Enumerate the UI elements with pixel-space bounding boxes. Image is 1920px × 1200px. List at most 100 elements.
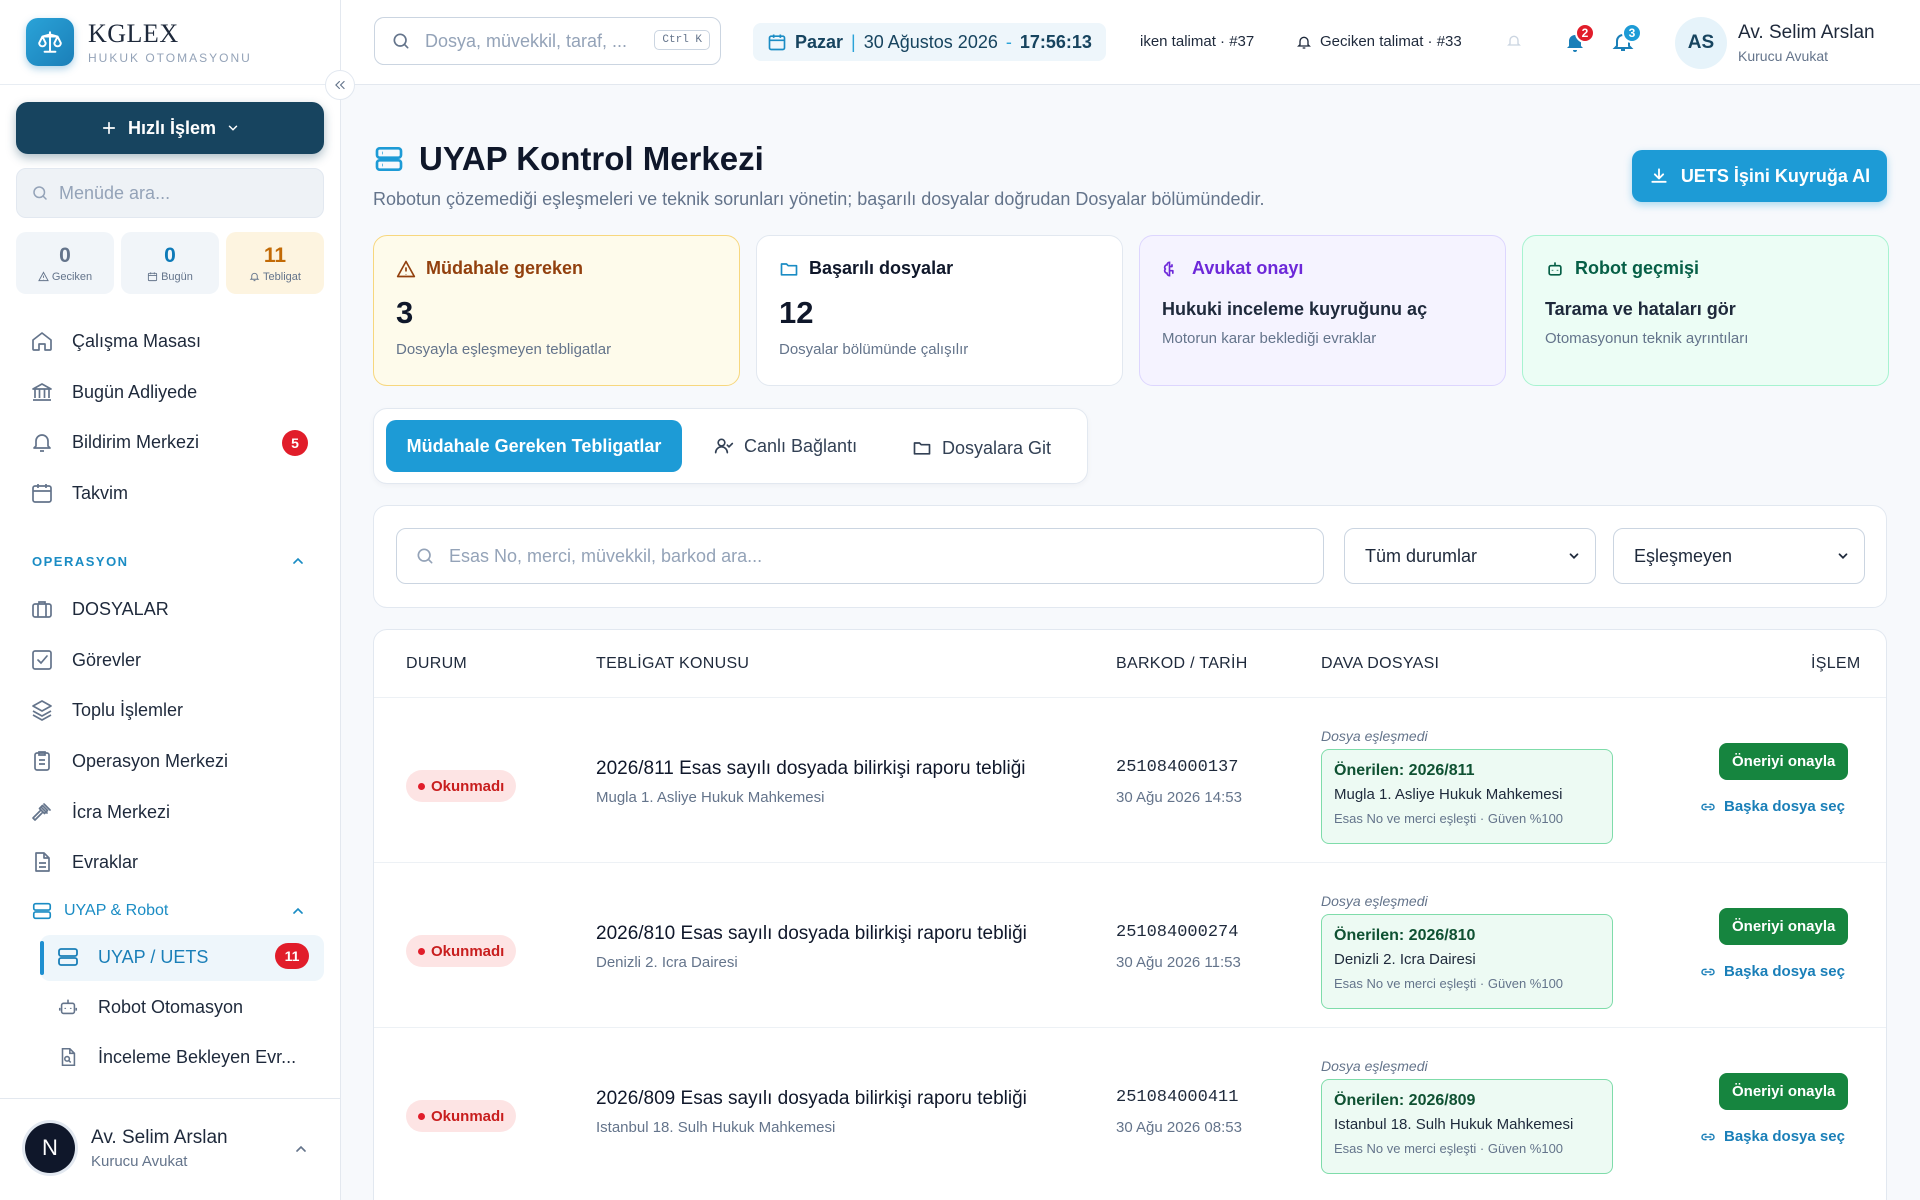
ticker-item[interactable]: iken talimat · #37 — [1140, 33, 1298, 50]
search-icon — [391, 31, 411, 51]
ticker-item[interactable] — [1506, 33, 1522, 49]
column-header: BARKOD / TARİH — [1116, 655, 1248, 672]
warning-icon — [396, 259, 416, 279]
sidebar-item-files[interactable]: DOSYALAR — [30, 594, 169, 624]
table-row[interactable]: Okunmadı 2026/811 Esas sayılı dosyada bi… — [374, 697, 1886, 862]
sidebar-item-documents[interactable]: Evraklar — [30, 847, 138, 877]
sidebar-item-label: İcra Merkezi — [72, 801, 171, 822]
chevron-up-icon[interactable] — [293, 1141, 309, 1157]
gavel-icon — [30, 800, 54, 824]
status-text: Okunmadı — [431, 777, 505, 795]
notice-subject[interactable]: 2026/810 Esas sayılı dosyada bilirkişi r… — [596, 923, 1027, 945]
sidebar-item-label: DOSYALAR — [72, 598, 169, 619]
tab-go-to-files[interactable]: Dosyalara Git — [912, 427, 1051, 469]
sidebar-item-calendar[interactable]: Takvim — [30, 478, 128, 508]
status-text: Okunmadı — [431, 1107, 505, 1125]
download-icon — [1649, 166, 1669, 186]
global-search-input[interactable]: Dosya, müvekkil, taraf, ... Ctrl K — [374, 17, 721, 65]
choose-other-file-label: Başka dosya seç — [1724, 798, 1845, 815]
sidebar-item-uyap-uets[interactable]: UYAP / UETS — [56, 942, 208, 972]
sidebar-item-bulk-operations[interactable]: Toplu İşlemler — [30, 695, 183, 725]
section-uyap-robot[interactable]: UYAP & Robot — [30, 896, 168, 926]
column-header: DAVA DOSYASI — [1321, 655, 1440, 672]
stat-overdue[interactable]: 0 Geciken — [16, 232, 114, 294]
suggestion-confidence: Esas No ve merci eşleşti · Güven %100 — [1334, 976, 1564, 991]
card-intervention-needed[interactable]: Müdahale gereken 3 Dosyayla eşleşmeyen t… — [373, 235, 740, 386]
keyboard-shortcut-hint: Ctrl K — [654, 30, 710, 50]
checkbox-icon — [30, 648, 54, 672]
bell-icon — [249, 271, 260, 282]
card-lawyer-approval[interactable]: Avukat onayı Hukuki inceleme kuyruğunu a… — [1139, 235, 1506, 386]
suggested-file-box: Önerilen: 2026/811 Mugla 1. Asliye Hukuk… — [1321, 749, 1613, 844]
tab-intervention-notices[interactable]: Müdahale Gereken Tebligatlar — [386, 420, 682, 472]
status-badge: Okunmadı — [406, 1100, 517, 1132]
card-title: Müdahale gereken — [426, 258, 584, 278]
stat-today[interactable]: 0 Bugün — [121, 232, 219, 294]
layers-icon — [30, 698, 54, 722]
warning-icon — [37, 271, 49, 282]
view-tabs: Müdahale Gereken Tebligatlar Canlı Bağla… — [373, 408, 1088, 484]
match-filter-select[interactable]: Eşleşmeyen — [1613, 528, 1865, 584]
approve-suggestion-button[interactable]: Öneriyi onayla — [1719, 743, 1849, 780]
sidebar-item-courthouse[interactable]: Bugün Adliyede — [30, 377, 197, 407]
suggested-file-box: Önerilen: 2026/809 Istanbul 18. Sulh Huk… — [1321, 1079, 1613, 1174]
barcode: 251084000137 — [1116, 758, 1239, 777]
brand[interactable]: KGLEX HUKUK OTOMASYONU — [26, 18, 252, 66]
card-headline: Tarama ve hataları gör — [1545, 299, 1736, 319]
approve-suggestion-button[interactable]: Öneriyi onayla — [1719, 1073, 1849, 1110]
sidebar-item-pending-review[interactable]: İnceleme Bekleyen Evr... — [56, 1042, 296, 1072]
suggested-court: Denizli 2. Icra Dairesi — [1334, 951, 1476, 968]
menu-search-input[interactable]: Menüde ara... — [16, 168, 324, 218]
avatar[interactable]: N — [25, 1123, 75, 1173]
notice-subject[interactable]: 2026/809 Esas sayılı dosyada bilirkişi r… — [596, 1088, 1027, 1110]
approve-suggestion-button[interactable]: Öneriyi onayla — [1719, 908, 1849, 945]
quick-action-button[interactable]: Hızlı İşlem — [16, 102, 324, 154]
brain-icon — [1162, 259, 1182, 279]
menu-search-placeholder: Menüde ara... — [59, 182, 171, 203]
choose-other-file-link[interactable]: Başka dosya seç — [1700, 1128, 1845, 1145]
stat-value: 0 — [59, 243, 71, 267]
sidebar-item-label: Takvim — [72, 482, 129, 503]
page-title: UYAP Kontrol Merkezi — [373, 140, 764, 178]
tab-live-connection[interactable]: Canlı Bağlantı — [714, 425, 857, 467]
match-status: Dosya eşleşmedi — [1321, 728, 1428, 744]
status-filter-select[interactable]: Tüm durumlar — [1344, 528, 1596, 584]
notification-badge: 3 — [1622, 23, 1642, 43]
link-icon — [1700, 799, 1716, 815]
choose-other-file-link[interactable]: Başka dosya seç — [1700, 963, 1845, 980]
chevron-up-icon[interactable] — [290, 553, 306, 569]
sidebar-item-enforcement-center[interactable]: İcra Merkezi — [30, 797, 170, 827]
sidebar-item-label: Evraklar — [72, 851, 139, 872]
page-subtitle: Robotun çözemediği eşleşmeleri ve teknik… — [373, 189, 1265, 209]
notice-search-input[interactable]: Esas No, merci, müvekkil, barkod ara... — [396, 528, 1324, 584]
section-operasyon[interactable]: OPERASYON — [32, 554, 129, 569]
avatar[interactable]: AS — [1675, 17, 1727, 69]
queue-uets-job-button[interactable]: UETS İşini Kuyruğa Al — [1632, 150, 1887, 202]
match-status: Dosya eşleşmedi — [1321, 893, 1428, 909]
card-robot-history[interactable]: Robot geçmişi Tarama ve hataları gör Oto… — [1522, 235, 1889, 386]
notice-subject[interactable]: 2026/811 Esas sayılı dosyada bilirkişi r… — [596, 758, 1026, 780]
barcode: 251084000411 — [1116, 1088, 1239, 1107]
briefcase-icon — [30, 597, 54, 621]
sidebar-item-label: Toplu İşlemler — [72, 699, 184, 720]
notice-search-placeholder: Esas No, merci, müvekkil, barkod ara... — [449, 545, 763, 566]
chevron-up-icon[interactable] — [290, 903, 306, 919]
divider — [0, 84, 341, 85]
sidebar-item-workspace[interactable]: Çalışma Masası — [30, 326, 201, 356]
sidebar-item-tasks[interactable]: Görevler — [30, 645, 141, 675]
card-successful-files[interactable]: Başarılı dosyalar 12 Dosyalar bölümünde … — [756, 235, 1123, 386]
table-row[interactable]: Okunmadı 2026/809 Esas sayılı dosyada bi… — [374, 1027, 1886, 1192]
card-value: 12 — [779, 295, 814, 330]
choose-other-file-link[interactable]: Başka dosya seç — [1700, 798, 1845, 815]
date-separator: | — [851, 31, 856, 52]
choose-other-file-label: Başka dosya seç — [1724, 1128, 1845, 1145]
suggested-file-no: Önerilen: 2026/809 — [1334, 1092, 1476, 1109]
ticker-item[interactable]: Geciken talimat · #33 — [1296, 33, 1462, 50]
stat-notifications[interactable]: 11 Tebligat — [226, 232, 324, 294]
collapse-sidebar-button[interactable] — [325, 70, 355, 100]
table-row[interactable]: Okunmadı 2026/810 Esas sayılı dosyada bi… — [374, 862, 1886, 1027]
sidebar-item-robot-automation[interactable]: Robot Otomasyon — [56, 992, 243, 1022]
day-name: Pazar — [795, 31, 844, 52]
sidebar-item-notifications[interactable]: Bildirim Merkezi — [30, 427, 199, 457]
sidebar-item-operations-center[interactable]: Operasyon Merkezi — [30, 746, 228, 776]
